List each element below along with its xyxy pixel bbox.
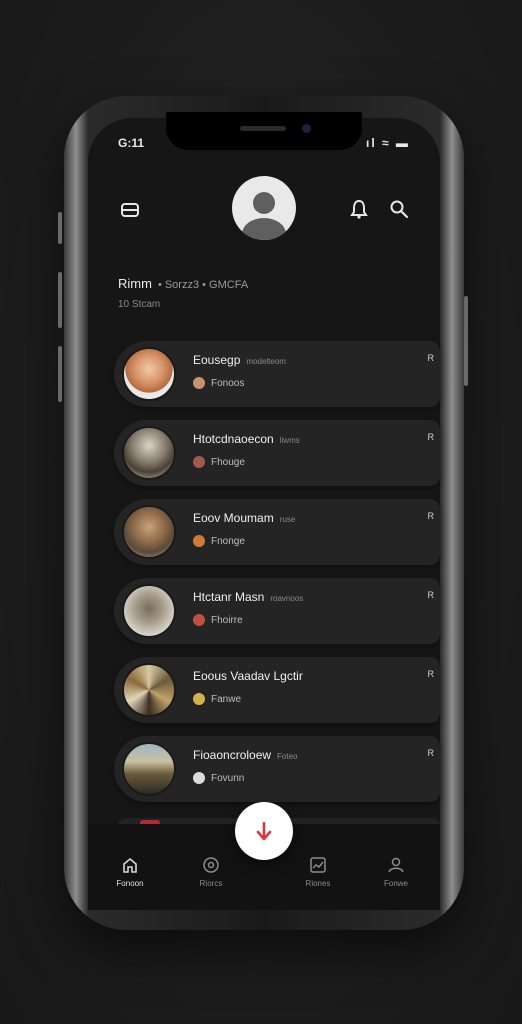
list-item[interactable]: Eoov Moumam ruse Fnonge R [114, 499, 440, 565]
list-item-meta: ruse [279, 515, 296, 524]
list-item-subtitle: Fanwe [193, 693, 241, 705]
contact-avatar [122, 663, 176, 717]
mini-avatar-icon [193, 614, 205, 626]
list-item-subtitle-text: Fhouge [211, 456, 245, 468]
list-item-title-text: Eousegp [193, 353, 241, 367]
status-time: G:11 [118, 136, 145, 150]
list-item[interactable]: Eousegp modelteom Fonoos R [114, 341, 440, 407]
list-item-badge: R [427, 353, 435, 363]
speaker [240, 126, 286, 131]
nav-item-profile[interactable]: Fonwe [366, 856, 426, 888]
mini-avatar-icon [193, 693, 205, 705]
home-icon [123, 857, 137, 873]
list-item-subtitle: Fovunn [193, 772, 244, 784]
list-item[interactable]: Eoous Vaadav Lgctir Fanwe R [114, 657, 440, 723]
list-item-title: Fioaoncroloew Foteo [193, 748, 298, 762]
list-item-subtitle-text: Fanwe [211, 693, 242, 705]
list-item-subtitle: Fnonge [193, 535, 245, 547]
search-icon [390, 200, 409, 219]
volume-down-button [58, 346, 62, 402]
list-item[interactable]: Htotcdnaoecon liwms Fhouge R [114, 420, 440, 486]
search-button[interactable] [388, 198, 410, 220]
nav-item-home[interactable]: Fonoon [100, 856, 160, 888]
nav-label: Riorcs [199, 879, 223, 888]
list-item-badge: R [427, 511, 435, 521]
nav-item-stats[interactable]: Riones [288, 856, 348, 888]
list-item-title: Eoous Vaadav Lgctir [193, 669, 309, 683]
profile-name-text: Rimm [118, 276, 152, 291]
profile-count: 10 Stcam [118, 299, 161, 310]
power-button [464, 296, 468, 386]
arrow-down-icon [256, 821, 272, 841]
bell-icon [350, 199, 368, 219]
profile-icon [388, 857, 404, 873]
mini-avatar-icon [193, 377, 205, 389]
background: G:11 ıl ≈ ▬ Rimm • Sorzz3 • GMCFA 10 Stca… [0, 0, 522, 1024]
list-item-title: Eoov Moumam ruse [193, 511, 295, 525]
profile-subtitle: • Sorzz3 • GMCFA [157, 279, 249, 291]
contact-avatar [122, 584, 176, 638]
list-item[interactable]: Fioaoncroloew Foteo Fovunn R [114, 736, 440, 802]
list-item-subtitle-text: Fonoos [211, 377, 245, 389]
list-item[interactable]: Htctanr Masn roavnoos Fhoirre R [114, 578, 440, 644]
list-item-badge: R [427, 669, 435, 679]
list-item-subtitle-text: Fovunn [211, 772, 245, 784]
front-camera [302, 124, 311, 133]
list-item-badge: R [427, 590, 435, 600]
profile-avatar[interactable] [232, 176, 296, 240]
list-item-title-text: Eoov Moumam [193, 511, 274, 525]
notch [166, 112, 362, 150]
list-item-subtitle: Fhouge [193, 456, 245, 468]
notifications-button[interactable] [348, 198, 370, 220]
nav-label: Fonoon [116, 879, 144, 888]
list-item-meta: liwms [279, 436, 300, 445]
list-item-title-text: Htctanr Masn [193, 590, 265, 604]
mini-avatar-icon [193, 535, 205, 547]
list-item-title: Htotcdnaoecon liwms [193, 432, 300, 446]
list-item-badge: R [427, 432, 435, 442]
list-item-meta: Foteo [277, 752, 298, 761]
list-item-badge: R [427, 748, 435, 758]
record-button[interactable] [235, 802, 293, 860]
nav-label: Riones [305, 879, 331, 888]
mute-switch [58, 212, 62, 244]
list-item-meta: roavnoos [270, 594, 304, 603]
menu-icon [121, 203, 139, 217]
chart-icon [310, 857, 326, 873]
list-item-title-text: Htotcdnaoecon [193, 432, 274, 446]
list-item-subtitle-text: Fhoirre [211, 614, 243, 626]
status-icons: ıl ≈ ▬ [366, 136, 410, 150]
contact-avatar [122, 742, 176, 796]
nav-label: Fonwe [383, 879, 408, 888]
profile-name: Rimm • Sorzz3 • GMCFA [118, 276, 248, 291]
compass-icon [203, 857, 219, 873]
list-item-title: Eousegp modelteom [193, 353, 286, 367]
list-item-title: Htctanr Masn roavnoos [193, 590, 303, 604]
list-item-subtitle-text: Fnonge [211, 535, 245, 547]
contact-avatar [122, 347, 176, 401]
contact-avatar [122, 426, 176, 480]
menu-button[interactable] [118, 199, 142, 221]
list-item-subtitle: Fonoos [193, 377, 244, 389]
contact-avatar [122, 505, 176, 559]
list-item-meta: modelteom [246, 357, 286, 366]
list-item-title-text: Eoous Vaadav Lgctir [193, 669, 303, 683]
person-icon [242, 192, 286, 240]
mini-avatar-icon [193, 772, 205, 784]
nav-item-explore[interactable]: Riorcs [181, 856, 241, 888]
list-item-subtitle: Fhoirre [193, 614, 243, 626]
list-item-title-text: Fioaoncroloew [193, 748, 272, 762]
volume-up-button [58, 272, 62, 328]
mini-avatar-icon [193, 456, 205, 468]
